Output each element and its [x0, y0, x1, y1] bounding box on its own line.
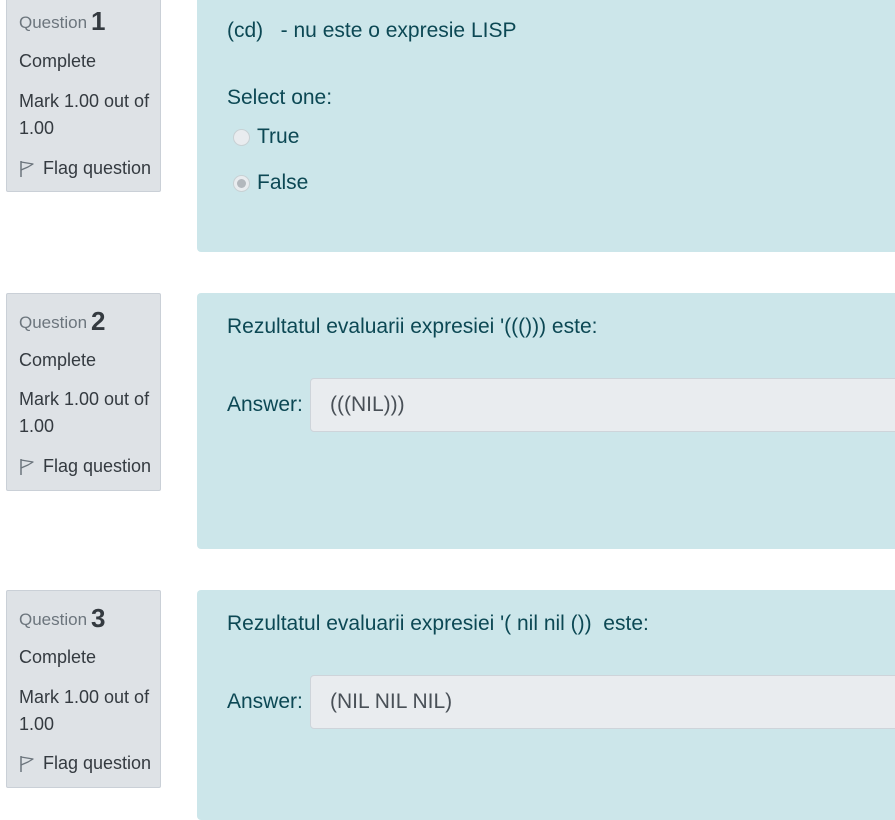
question-label: Question [19, 13, 88, 32]
question-state: Complete [19, 350, 97, 370]
question-number-value: 3 [91, 603, 106, 633]
flag-question-label: Flag question [43, 456, 152, 476]
option-true[interactable]: True [233, 125, 299, 149]
question-state: Complete [19, 647, 97, 667]
question-number: Question 1 [19, 6, 106, 37]
flag-question-link[interactable]: Flag question [19, 753, 151, 774]
option-false-radio[interactable] [233, 174, 250, 192]
question-number-value: 1 [91, 6, 106, 36]
flag-icon [20, 755, 34, 772]
answer-label: Answer: [227, 690, 303, 713]
question-state: Complete [19, 51, 97, 71]
question-label: Question [19, 610, 88, 629]
flag-question-label: Flag question [43, 158, 152, 178]
question-grade: Mark 1.00 out of 1.00 [19, 91, 150, 138]
question-number-value: 2 [91, 306, 106, 336]
question-label: Question [19, 313, 88, 332]
select-one-prompt: Select one: [227, 86, 333, 109]
flag-question-link[interactable]: Flag question [19, 158, 151, 179]
option-false[interactable]: False [233, 171, 308, 195]
option-true-label: True [257, 125, 300, 148]
question-grade: Mark 1.00 out of 1.00 [19, 389, 150, 436]
flag-icon [20, 160, 34, 177]
question-content: Rezultatul evaluarii expresiei '((())) e… [197, 293, 895, 549]
question-text: Rezultatul evaluarii expresiei '((())) e… [227, 315, 598, 338]
flag-question-link[interactable]: Flag question [19, 456, 151, 477]
question-text: (cd) - nu este o expresie LISP [227, 19, 517, 42]
answer-label: Answer: [227, 393, 303, 416]
question-info: Question 3 Complete Mark 1.00 out of 1.00… [6, 590, 161, 788]
question-info: Question 2 Complete Mark 1.00 out of 1.00… [6, 293, 161, 491]
flag-question-label: Flag question [43, 753, 152, 773]
question-text: Rezultatul evaluarii expresiei '( nil ni… [227, 612, 649, 635]
question-number: Question 2 [19, 306, 106, 337]
question-info: Question 1 Complete Mark 1.00 out of 1.00… [6, 0, 161, 192]
option-false-label: False [257, 171, 309, 194]
question-content: Rezultatul evaluarii expresiei '( nil ni… [197, 590, 895, 820]
answer-input[interactable]: (NIL NIL NIL) [310, 675, 895, 729]
question-content: (cd) - nu este o expresie LISP Select on… [197, 0, 895, 252]
question-grade: Mark 1.00 out of 1.00 [19, 687, 150, 734]
flag-icon [20, 458, 34, 475]
option-true-radio[interactable] [233, 128, 250, 146]
answer-input[interactable]: (((NIL))) [310, 378, 895, 432]
question-number: Question 3 [19, 603, 106, 634]
